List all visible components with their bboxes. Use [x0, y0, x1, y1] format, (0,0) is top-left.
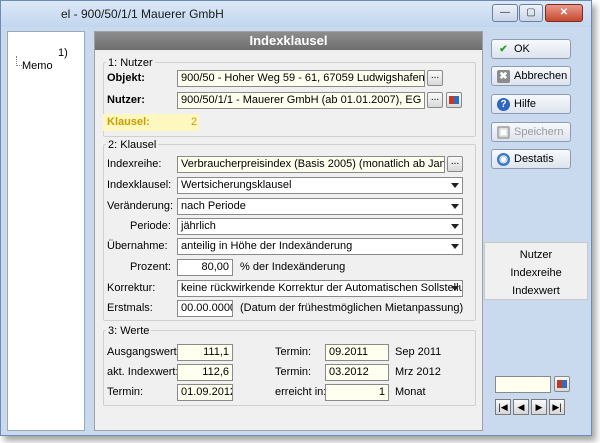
tree-item-partial[interactable]: 1): [58, 47, 68, 59]
nav-prev-button[interactable]: ◀: [513, 399, 529, 415]
minimize-button[interactable]: —: [492, 4, 518, 22]
abbrechen-button-label: Abbrechen: [514, 70, 568, 82]
veraenderung-label: Veränderung:: [107, 200, 174, 212]
nav-next-button[interactable]: ▶: [531, 399, 547, 415]
klausel-group-title: 2: Klausel: [106, 139, 159, 151]
panel-title: Indexklausel: [95, 32, 482, 50]
speichern-button-label: Speichern: [514, 126, 564, 138]
info-indexreihe: Indexreihe: [510, 267, 562, 279]
help-icon: ?: [497, 98, 510, 111]
checkmark-icon: ✔: [499, 44, 508, 55]
people-icon[interactable]: [554, 376, 570, 392]
nav-first-button[interactable]: |◀: [495, 399, 511, 415]
klausel-label: Klausel:: [107, 116, 150, 128]
ausgangswert-label: Ausgangswert:: [107, 346, 180, 358]
prozent-suffix: % der Indexänderung: [240, 261, 346, 273]
uebernahme-label: Übernahme:: [107, 240, 168, 252]
indexklausel-panel: Indexklausel 1: Nutzer Objekt: 900/50 - …: [94, 31, 483, 431]
termin2-field: 03.2012: [325, 364, 389, 381]
indexklausel-label: Indexklausel:: [107, 179, 172, 191]
periode-select-value: jährlich: [181, 220, 216, 232]
uebernahme-select-value: anteilig in Höhe der Indexänderung: [181, 240, 353, 252]
indexreihe-browse-button[interactable]: ...: [447, 156, 463, 172]
hilfe-button[interactable]: ? Hilfe: [491, 94, 571, 114]
ok-button[interactable]: ✔ OK: [491, 39, 571, 59]
nutzer-browse-button[interactable]: ...: [427, 92, 443, 108]
chevron-down-icon: [451, 224, 459, 229]
termin3-label: Termin:: [107, 386, 144, 398]
destatis-button[interactable]: ◉ Destatis: [491, 149, 571, 169]
periode-label: Periode:: [130, 220, 171, 232]
erreicht-label: erreicht in:: [275, 386, 327, 398]
indexreihe-field[interactable]: Verbraucherpreisindex (Basis 2005) (mona…: [177, 156, 445, 173]
erstmals-note: (Datum der frühestmöglichen Mietanpassun…: [240, 302, 464, 314]
termin1-label: Termin:: [275, 346, 312, 358]
periode-select[interactable]: jährlich: [177, 218, 463, 235]
globe-icon: ◉: [497, 153, 510, 166]
nutzer-label: Nutzer:: [107, 94, 145, 106]
abbrechen-button[interactable]: ✖ Abbrechen: [491, 66, 571, 86]
prozent-label: Prozent:: [130, 261, 171, 273]
search-field[interactable]: [495, 376, 551, 393]
erstmals-field[interactable]: 00.00.0000: [177, 300, 233, 317]
werte-group-title: 3: Werte: [106, 325, 152, 337]
tree-pane: 1) Memo: [7, 31, 85, 431]
nutzer-field[interactable]: 900/50/1/1 - Mauerer GmbH (ab 01.01.2007…: [177, 92, 425, 109]
termin1-text: Sep 2011: [395, 346, 442, 358]
ok-button-label: OK: [514, 43, 530, 55]
klausel-value: 2: [191, 116, 198, 128]
chevron-down-icon: [451, 244, 459, 249]
title-bar: el - 900/50/1/1 Mauerer GmbH — ▢ ✕: [1, 1, 591, 27]
nutzer-people-icon[interactable]: [446, 92, 462, 108]
korrektur-label: Korrektur:: [107, 282, 156, 294]
nutzer-group-title: 1: Nutzer: [106, 57, 155, 69]
objekt-browse-button[interactable]: ...: [427, 70, 443, 86]
indexreihe-label: Indexreihe:: [107, 158, 162, 170]
termin2-label: Termin:: [275, 366, 312, 378]
korrektur-select[interactable]: keine rückwirkende Korrektur der Automat…: [177, 280, 463, 297]
erstmals-label: Erstmals:: [107, 302, 153, 314]
cancel-icon: ✖: [497, 70, 510, 83]
objekt-label: Objekt:: [107, 72, 145, 84]
termin3-field: 01.09.2012: [177, 384, 233, 401]
info-box: Nutzer Indexreihe Indexwert: [484, 242, 588, 300]
ausgangswert-field: 111,1: [177, 344, 233, 361]
close-button[interactable]: ✕: [545, 4, 583, 22]
speichern-button[interactable]: ▣ Speichern: [491, 122, 571, 142]
maximize-button[interactable]: ▢: [519, 4, 543, 22]
akt-indexwert-field: 112,6: [177, 364, 233, 381]
erreicht-field: 1: [325, 384, 389, 401]
veraenderung-select-value: nach Periode: [181, 200, 246, 212]
akt-indexwert-label: akt. Indexwert:: [107, 366, 179, 378]
objekt-field[interactable]: 900/50 - Hoher Weg 59 - 61, 67059 Ludwig…: [177, 70, 425, 87]
indexklausel-select-value: Wertsicherungsklausel: [181, 179, 292, 191]
monat-label: Monat: [395, 386, 426, 398]
save-icon: ▣: [497, 126, 510, 139]
tree-item-memo[interactable]: Memo: [16, 56, 53, 72]
destatis-button-label: Destatis: [514, 153, 554, 165]
info-nutzer: Nutzer: [519, 249, 553, 261]
main-window: el - 900/50/1/1 Mauerer GmbH — ▢ ✕ 1) Me…: [0, 0, 592, 436]
veraenderung-select[interactable]: nach Periode: [177, 198, 463, 215]
korrektur-select-value: keine rückwirkende Korrektur der Automat…: [181, 282, 463, 294]
termin2-text: Mrz 2012: [395, 366, 441, 378]
nav-last-button[interactable]: ▶|: [549, 399, 565, 415]
window-title: el - 900/50/1/1 Mauerer GmbH: [61, 7, 224, 21]
termin1-field: 09.2011: [325, 344, 389, 361]
uebernahme-select[interactable]: anteilig in Höhe der Indexänderung: [177, 238, 463, 255]
chevron-down-icon: [451, 183, 459, 188]
info-indexwert: Indexwert: [512, 285, 560, 297]
indexklausel-select[interactable]: Wertsicherungsklausel: [177, 177, 463, 194]
chevron-down-icon: [451, 204, 459, 209]
hilfe-button-label: Hilfe: [514, 98, 537, 110]
chevron-down-icon: [451, 286, 459, 291]
prozent-field[interactable]: 80,00: [177, 259, 233, 276]
